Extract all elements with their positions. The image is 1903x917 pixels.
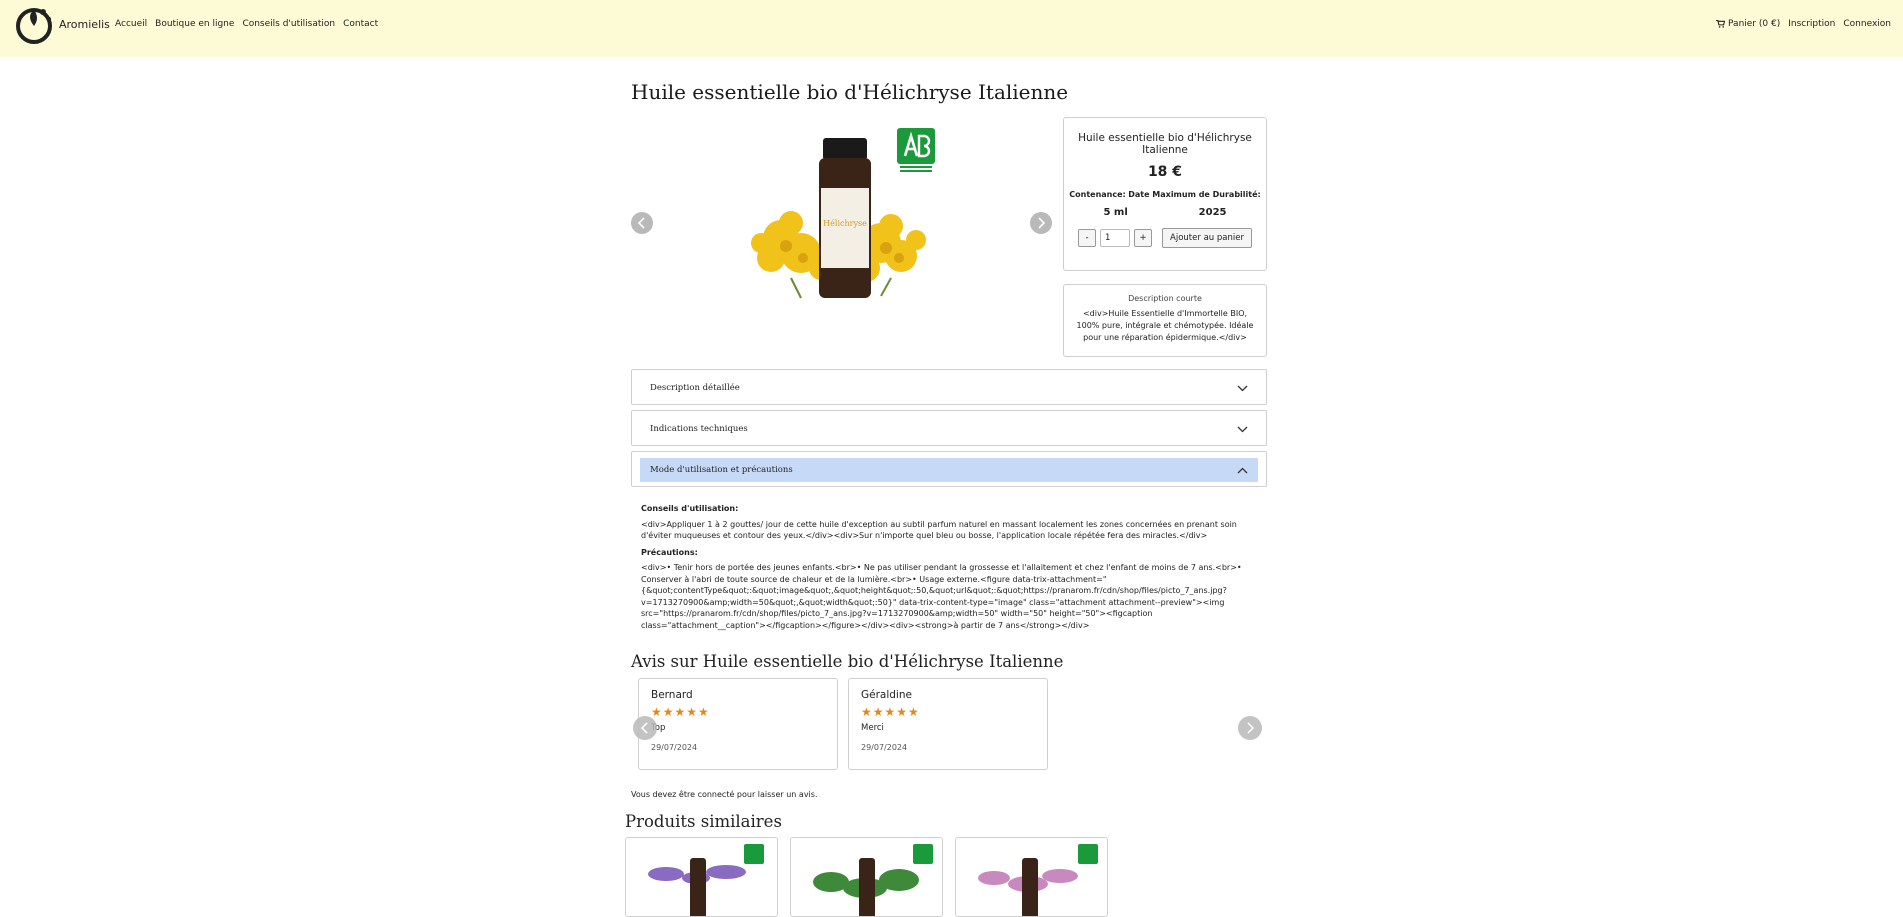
chevron-right-icon bbox=[1038, 217, 1046, 229]
product-image-carousel: Hélichryse bbox=[631, 118, 1057, 332]
accordion-label: Mode d'utilisation et précautions bbox=[650, 465, 793, 475]
qty-decrease-button[interactable]: - bbox=[1078, 229, 1097, 247]
carousel-next-button[interactable] bbox=[1030, 212, 1052, 234]
reviews-next-button[interactable] bbox=[1238, 716, 1262, 740]
short-description-box: Description courte <div>Huile Essentiell… bbox=[1063, 284, 1267, 357]
accordion-description[interactable]: Description détaillée bbox=[631, 369, 1267, 405]
chevron-up-icon bbox=[1237, 467, 1248, 473]
review-card: Bernard ★★★★★ Top 29/07/2024 bbox=[638, 678, 838, 770]
conseils-title: Conseils d'utilisation: bbox=[641, 504, 739, 513]
qty-increase-button[interactable]: + bbox=[1134, 229, 1153, 247]
main-nav: Accueil Boutique en ligne Conseils d'uti… bbox=[115, 19, 378, 29]
ddm-label: Date Maximum de Durabilité: bbox=[1128, 190, 1261, 199]
cart-icon bbox=[1716, 20, 1726, 28]
nav-contact[interactable]: Contact bbox=[343, 19, 378, 29]
chevron-left-icon bbox=[640, 722, 648, 734]
nav-accueil[interactable]: Accueil bbox=[115, 19, 147, 29]
login-link[interactable]: Connexion bbox=[1843, 19, 1891, 29]
review-author: Géraldine bbox=[861, 689, 912, 701]
similar-products-title: Produits similaires bbox=[625, 812, 782, 831]
review-date: 29/07/2024 bbox=[861, 743, 908, 752]
review-stars: ★★★★★ bbox=[861, 705, 920, 719]
bottle-label-text: Hélichryse bbox=[823, 219, 867, 228]
short-description-text: <div>Huile Essentielle d'Immortelle BIO,… bbox=[1076, 309, 1254, 342]
similar-product-card[interactable] bbox=[790, 837, 943, 917]
accordion-usage[interactable]: Mode d'utilisation et précautions bbox=[631, 451, 1267, 487]
brand-name[interactable]: Aromielis bbox=[59, 18, 110, 31]
contenance-value: 5 ml bbox=[1103, 207, 1128, 218]
similar-product-image bbox=[813, 844, 933, 916]
register-link[interactable]: Inscription bbox=[1788, 19, 1835, 29]
short-description-title: Description courte bbox=[1128, 294, 1202, 303]
accordion-indications[interactable]: Indications techniques bbox=[631, 410, 1267, 446]
precautions-title: Précautions: bbox=[641, 547, 698, 557]
nav-conseils[interactable]: Conseils d'utilisation bbox=[242, 19, 335, 29]
usage-content: Conseils d'utilisation: <div>Appliquer 1… bbox=[641, 503, 1253, 636]
similar-product-image bbox=[648, 844, 764, 916]
review-author: Bernard bbox=[651, 689, 693, 701]
product-price: 18 € bbox=[1147, 164, 1183, 180]
login-required-notice: Vous devez être connecté pour laisser un… bbox=[631, 790, 818, 799]
accordion-label: Indications techniques bbox=[650, 424, 748, 434]
similar-product-image bbox=[978, 844, 1098, 916]
similar-product-card[interactable] bbox=[625, 837, 778, 917]
conseils-text: <div>Appliquer 1 à 2 gouttes/ jour de ce… bbox=[641, 519, 1237, 541]
cart-link[interactable]: Panier (0 €) bbox=[1716, 19, 1780, 29]
ab-organic-logo bbox=[897, 128, 935, 174]
review-stars: ★★★★★ bbox=[651, 705, 710, 719]
logo-icon[interactable] bbox=[13, 3, 55, 45]
chevron-left-icon bbox=[637, 217, 645, 229]
review-date: 29/07/2024 bbox=[651, 743, 698, 752]
cart-label: Panier (0 €) bbox=[1728, 19, 1781, 29]
review-card: Géraldine ★★★★★ Merci 29/07/2024 bbox=[848, 678, 1048, 770]
chevron-right-icon bbox=[1247, 722, 1255, 734]
top-navbar: Aromielis Accueil Boutique en ligne Cons… bbox=[0, 0, 1903, 57]
carousel-prev-button[interactable] bbox=[631, 212, 653, 234]
user-nav: Panier (0 €) Inscription Connexion bbox=[1716, 19, 1891, 29]
chevron-down-icon bbox=[1237, 426, 1248, 432]
reviews-prev-button[interactable] bbox=[633, 716, 657, 740]
accordion-label: Description détaillée bbox=[650, 383, 740, 393]
reviews-title: Avis sur Huile essentielle bio d'Hélichr… bbox=[631, 652, 1064, 671]
chevron-down-icon bbox=[1237, 385, 1248, 391]
review-text: Top bbox=[651, 723, 666, 733]
similar-product-card[interactable] bbox=[955, 837, 1108, 917]
purchase-box: Huile essentielle bio d'Hélichryse Itali… bbox=[1063, 117, 1267, 271]
review-text: Merci bbox=[861, 723, 884, 733]
nav-boutique[interactable]: Boutique en ligne bbox=[155, 19, 234, 29]
contenance-label: Contenance: bbox=[1069, 190, 1126, 199]
precautions-text: <div>• Tenir hors de portée des jeunes e… bbox=[641, 563, 1242, 630]
quantity-input[interactable]: 1 bbox=[1100, 229, 1131, 247]
ddm-value: 2025 bbox=[1198, 207, 1227, 218]
purchase-product-name: Huile essentielle bio d'Hélichryse Itali… bbox=[1078, 132, 1252, 156]
page-title: Huile essentielle bio d'Hélichryse Itali… bbox=[631, 80, 1069, 104]
add-to-cart-button[interactable]: Ajouter au panier bbox=[1162, 228, 1252, 248]
